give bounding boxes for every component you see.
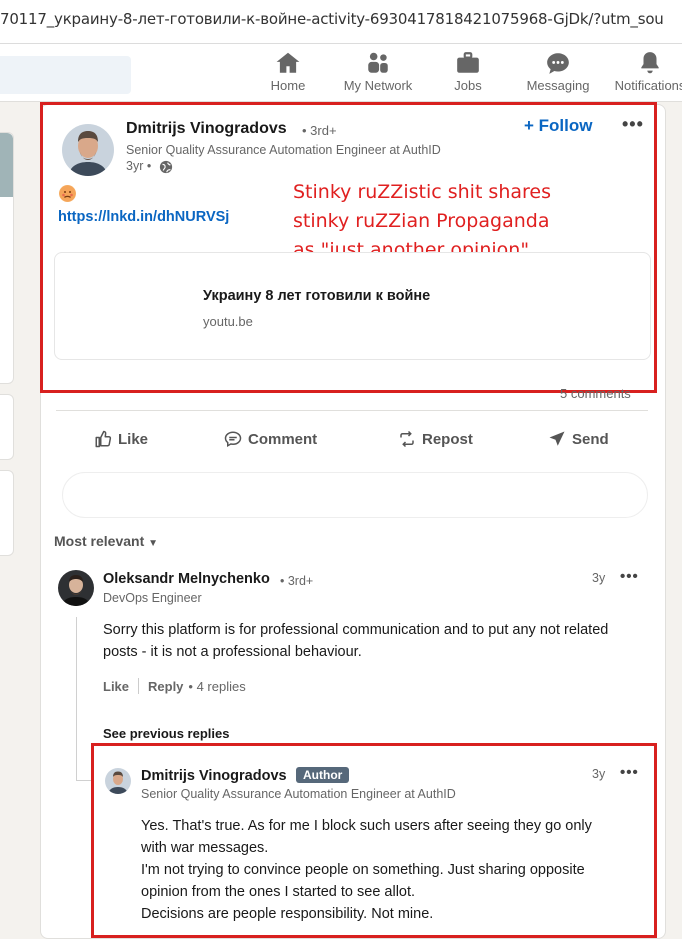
thumbs-up-icon	[95, 430, 112, 448]
comment-more-icon[interactable]: •••	[620, 568, 639, 585]
comment-button[interactable]: Comment	[224, 430, 317, 448]
annotation-highlight-box	[91, 743, 657, 938]
nav-messaging[interactable]: Messaging	[524, 50, 592, 93]
sort-dropdown[interactable]: Most relevant ▼	[54, 533, 158, 549]
comment-actions: Like Reply • 4 replies	[103, 678, 246, 694]
divider	[56, 410, 648, 411]
comment-input[interactable]	[62, 472, 648, 518]
nav-my-network[interactable]: My Network	[340, 50, 416, 93]
nav-notifications[interactable]: Notifications	[610, 50, 682, 93]
reply-count[interactable]: • 4 replies	[188, 679, 245, 694]
bell-icon	[641, 52, 659, 74]
left-card	[0, 470, 14, 556]
nav-home[interactable]: Home	[266, 50, 310, 93]
home-icon	[276, 52, 300, 73]
comment-icon	[224, 431, 242, 448]
annotation-highlight-box	[40, 102, 657, 393]
commenter-avatar[interactable]	[58, 570, 94, 606]
thread-line	[76, 617, 77, 780]
comment-time: 3y	[592, 571, 606, 585]
commenter-headline: DevOps Engineer	[103, 591, 202, 605]
network-icon	[368, 52, 388, 73]
comment-reply-button[interactable]: Reply	[148, 679, 183, 694]
send-button[interactable]: Send	[548, 430, 609, 448]
divider	[138, 678, 140, 694]
repost-button[interactable]: Repost	[398, 430, 473, 448]
nav-jobs[interactable]: Jobs	[450, 50, 486, 93]
like-button[interactable]: Like	[94, 430, 148, 448]
comment-like-button[interactable]: Like	[103, 679, 129, 694]
connection-degree: • 3rd+	[280, 574, 314, 588]
send-icon	[549, 431, 565, 446]
search-input[interactable]	[0, 56, 131, 94]
left-card	[0, 394, 14, 460]
address-bar[interactable]: 70117_украину-8-лет-готовили-к-войне-act…	[0, 0, 682, 44]
left-profile-card	[0, 132, 14, 384]
see-previous-replies-button[interactable]: See previous replies	[103, 726, 229, 741]
top-nav: Home My Network Jobs Messaging Notificat…	[0, 44, 682, 102]
commenter-name[interactable]: Oleksandr Melnychenko	[103, 571, 270, 587]
profile-banner	[0, 133, 13, 197]
repost-icon	[400, 430, 414, 448]
comments-count[interactable]: 5 comments	[560, 386, 631, 401]
messaging-icon	[547, 53, 569, 74]
briefcase-icon	[457, 52, 479, 73]
comment-text: Sorry this platform is for professional …	[103, 622, 609, 660]
caret-down-icon: ▼	[148, 538, 159, 549]
url-text[interactable]: 70117_украину-8-лет-готовили-к-войне-act…	[0, 10, 664, 28]
